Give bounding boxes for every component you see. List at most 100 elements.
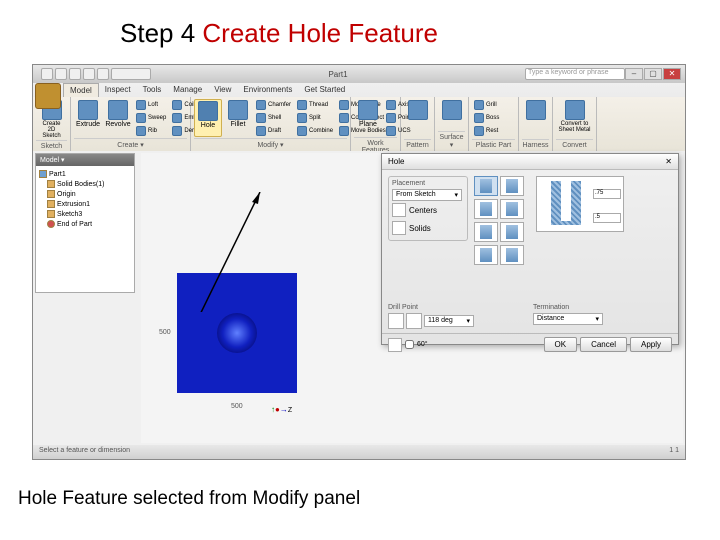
maximize-button[interactable]: ▢ — [644, 68, 662, 80]
tree-end[interactable]: End of Part — [39, 219, 131, 229]
tree-sketch3[interactable]: Sketch3 — [39, 209, 131, 219]
depth-input[interactable]: .75 — [593, 189, 621, 199]
shell-button[interactable]: Shell — [254, 112, 293, 124]
browser-header[interactable]: Model ▾ — [36, 154, 134, 166]
pattern-icon — [408, 100, 428, 120]
dialog-titlebar[interactable]: Hole ✕ — [382, 154, 678, 170]
axis-triad: ↑●→Z — [271, 405, 292, 414]
hole-type-drilled[interactable] — [474, 176, 498, 196]
hole-preview-diagram: .75 .5 — [536, 176, 624, 232]
undo-button[interactable] — [83, 68, 95, 80]
boss-button[interactable]: Boss — [472, 112, 501, 124]
termination-dropdown[interactable]: Distance▾ — [533, 313, 603, 325]
close-button[interactable]: ✕ — [663, 68, 681, 80]
hole-type-csink[interactable] — [474, 199, 498, 219]
open-button[interactable] — [55, 68, 67, 80]
tree-extrusion1[interactable]: Extrusion1 — [39, 199, 131, 209]
hole-preview[interactable] — [217, 313, 257, 353]
convert-icon — [565, 100, 585, 120]
minimize-button[interactable]: – — [625, 68, 643, 80]
rest-button[interactable]: Rest — [472, 125, 501, 137]
tab-tools[interactable]: Tools — [137, 83, 168, 97]
tab-environments[interactable]: Environments — [237, 83, 298, 97]
rest-icon — [474, 126, 484, 136]
hole-fastener-taper[interactable] — [500, 245, 524, 265]
extrude-button[interactable]: Extrude — [74, 99, 102, 137]
placement-label: Placement — [392, 180, 464, 187]
new-button[interactable] — [41, 68, 53, 80]
tab-model[interactable]: Model — [63, 83, 99, 97]
tree-origin[interactable]: Origin — [39, 189, 131, 199]
cbore-icon — [506, 179, 518, 193]
placement-dropdown[interactable]: From Sketch▾ — [392, 189, 462, 201]
chevron-down-icon: ▾ — [466, 317, 470, 325]
convert-button[interactable]: Convert to Sheet Metal — [556, 99, 593, 134]
termination-label: Termination — [533, 304, 672, 311]
tapped-icon — [480, 248, 492, 262]
appearance-dropdown[interactable] — [111, 68, 151, 80]
spotface-icon — [506, 202, 518, 216]
draft-button[interactable]: Draft — [254, 125, 293, 137]
thread-button[interactable]: Thread — [295, 99, 335, 111]
save-button[interactable] — [69, 68, 81, 80]
expand-button[interactable] — [388, 338, 402, 352]
grill-button[interactable]: Grill — [472, 99, 501, 111]
part-body[interactable] — [177, 273, 297, 393]
hole-fastener-clearance[interactable] — [500, 222, 524, 242]
preview-section-icon — [551, 181, 581, 225]
tree-part[interactable]: Part1 — [39, 169, 131, 179]
tab-getstarted[interactable]: Get Started — [298, 83, 351, 97]
combine-icon — [297, 126, 307, 136]
angle-input[interactable]: 118 deg▾ — [424, 315, 474, 327]
split-button[interactable]: Split — [295, 112, 335, 124]
drillpoint-angle[interactable] — [406, 313, 422, 329]
cancel-button[interactable]: Cancel — [580, 337, 627, 352]
revolve-button[interactable]: Revolve — [104, 99, 132, 137]
chamfer-button[interactable]: Chamfer — [254, 99, 293, 111]
hole-type-cbore[interactable] — [500, 176, 524, 196]
tap-checkbox[interactable] — [405, 340, 414, 349]
search-input[interactable]: Type a keyword or phrase — [525, 68, 625, 80]
sweep-button[interactable]: Sweep — [134, 112, 168, 124]
chevron-down-icon: ▾ — [595, 315, 599, 323]
redo-button[interactable] — [97, 68, 109, 80]
rib-icon — [136, 126, 146, 136]
dim-width[interactable]: 500 — [231, 403, 243, 410]
dim-height[interactable]: 500 — [159, 329, 171, 336]
chevron-down-icon: ▾ — [454, 191, 458, 199]
clearance-icon — [506, 225, 518, 239]
pattern-button[interactable] — [404, 99, 432, 121]
tree-solid[interactable]: Solid Bodies(1) — [39, 179, 131, 189]
harness-button[interactable] — [522, 99, 550, 121]
hole-button[interactable]: Hole — [194, 99, 222, 137]
tab-view[interactable]: View — [208, 83, 237, 97]
fillet-button[interactable]: Fillet — [224, 99, 252, 137]
diameter-input[interactable]: .5 — [593, 213, 621, 223]
status-prompt: Select a feature or dimension — [39, 447, 130, 457]
point-icon — [386, 113, 396, 123]
hole-type-spotface[interactable] — [500, 199, 524, 219]
centers-pick-button[interactable] — [392, 203, 406, 217]
tab-manage[interactable]: Manage — [167, 83, 208, 97]
loft-button[interactable]: Loft — [134, 99, 168, 111]
inventor-app-icon[interactable] — [35, 83, 61, 109]
tab-inspect[interactable]: Inspect — [99, 83, 137, 97]
combine-button[interactable]: Combine — [295, 125, 335, 137]
apply-button[interactable]: Apply — [630, 337, 672, 352]
plane-button[interactable]: Plane — [354, 99, 382, 137]
drillpoint-label: Drill Point — [388, 304, 527, 311]
solids-pick-button[interactable] — [392, 221, 406, 235]
folder-icon — [47, 180, 55, 188]
ok-button[interactable]: OK — [544, 337, 578, 352]
thread-icon — [297, 100, 307, 110]
quick-access-toolbar — [41, 68, 151, 80]
panel-pattern-label: Pattern — [404, 139, 431, 149]
graphics-canvas[interactable]: 500 500 ↑●→Z Hole ✕ Placement From Sketc… — [141, 153, 683, 443]
hole-fastener-tapped[interactable] — [474, 245, 498, 265]
hole-fastener-none[interactable] — [474, 222, 498, 242]
drillpoint-flat[interactable] — [388, 313, 404, 329]
surface-button[interactable] — [438, 99, 466, 121]
hole-icon — [198, 101, 218, 121]
dialog-close-icon[interactable]: ✕ — [665, 157, 672, 166]
rib-button[interactable]: Rib — [134, 125, 168, 137]
